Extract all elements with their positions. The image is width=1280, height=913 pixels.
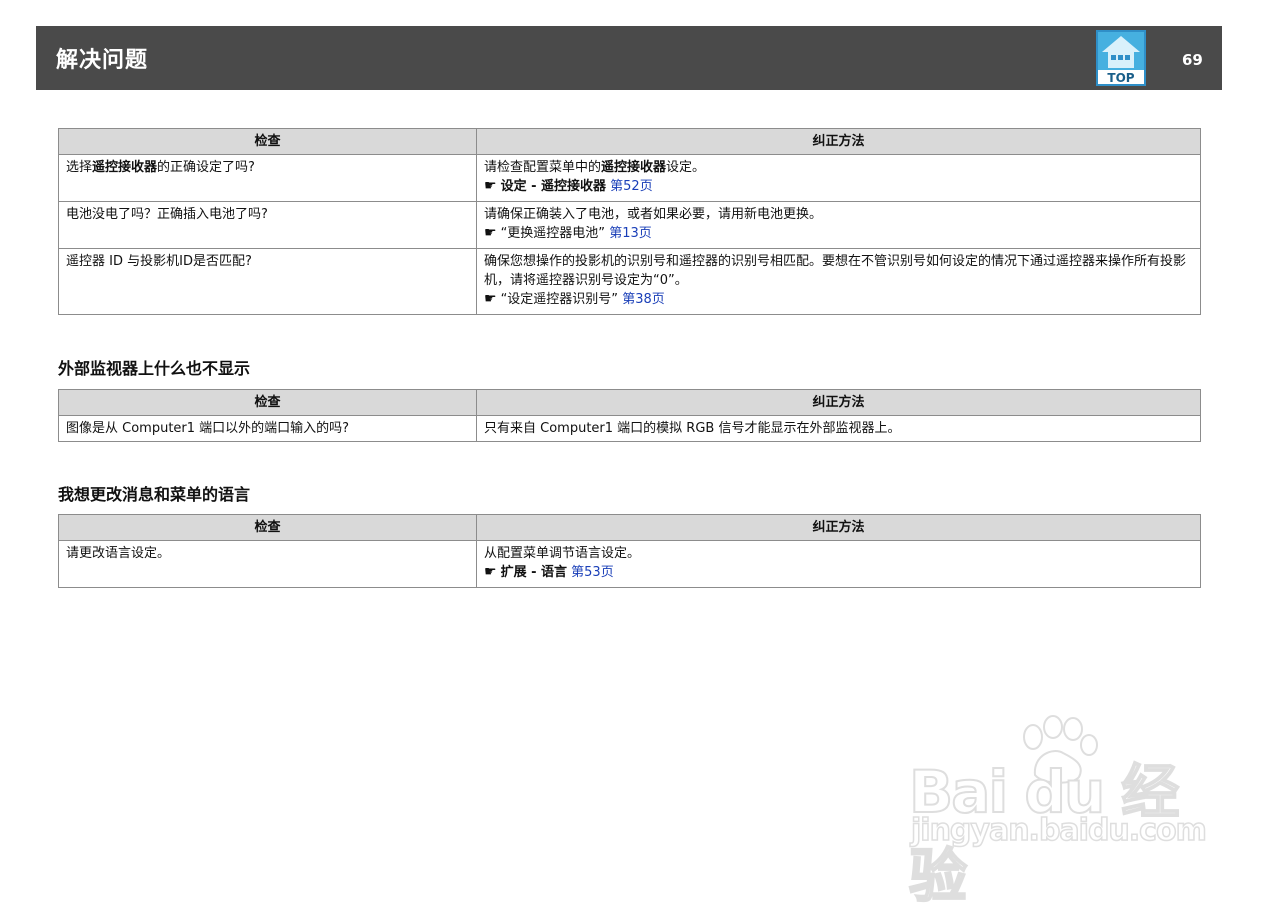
reference: ☛ “设定遥控器识别号” 第38页 xyxy=(484,291,665,307)
page-link[interactable]: 第52页 xyxy=(610,179,653,194)
pointing-hand-icon: ☛ xyxy=(484,564,497,580)
house-icon: TOP xyxy=(1096,30,1146,86)
page-link[interactable]: 第13页 xyxy=(609,226,652,241)
remedy-cell: 从配置菜单调节语言设定。 ☛ 扩展 - 语言 第53页 xyxy=(476,540,1201,588)
reference: ☛ 扩展 - 语言 第53页 xyxy=(484,564,614,580)
remedy-cell: 请确保正确装入了电池，或者如果必要，请用新电池更换。 ☛ “更换遥控器电池” 第1… xyxy=(476,201,1201,249)
page-title: 解决问题 xyxy=(56,48,149,73)
column-header-remedy: 纠正方法 xyxy=(476,514,1201,541)
page-link[interactable]: 第38页 xyxy=(622,292,665,307)
table-row: 请更改语言设定。 从配置菜单调节语言设定。 ☛ 扩展 - 语言 第53页 xyxy=(58,540,1201,588)
header-bar: 解决问题 TOP 69 xyxy=(36,26,1222,90)
table-row: 遥控器 ID 与投影机ID是否匹配? 确保您想操作的投影机的识别号和遥控器的识别… xyxy=(58,248,1201,315)
column-header-check: 检查 xyxy=(58,389,477,416)
column-header-remedy: 纠正方法 xyxy=(476,128,1201,155)
table-row: 选择遥控接收器的正确设定了吗? 请检查配置菜单中的遥控接收器设定。 ☛ 设定 - … xyxy=(58,154,1201,202)
reference: ☛ 设定 - 遥控接收器 第52页 xyxy=(484,178,653,194)
section-title-external-monitor: 外部监视器上什么也不显示 xyxy=(58,359,251,378)
pointing-hand-icon: ☛ xyxy=(484,178,497,194)
check-cell: 遥控器 ID 与投影机ID是否匹配? xyxy=(58,248,477,315)
page-number: 69 xyxy=(1182,51,1203,69)
check-cell: 电池没电了吗？正确插入电池了吗? xyxy=(58,201,477,249)
reference: ☛ “更换遥控器电池” 第13页 xyxy=(484,225,652,241)
table-row: 电池没电了吗？正确插入电池了吗? 请确保正确装入了电池，或者如果必要，请用新电池… xyxy=(58,201,1201,249)
external-monitor-table: 检查 纠正方法 图像是从 Computer1 端口以外的端口输入的吗? 只有来自… xyxy=(58,389,1201,442)
check-cell: 图像是从 Computer1 端口以外的端口输入的吗? xyxy=(58,415,477,442)
remote-control-table: 检查 纠正方法 选择遥控接收器的正确设定了吗? 请检查配置菜单中的遥控接收器设定… xyxy=(58,128,1201,315)
check-cell: 选择遥控接收器的正确设定了吗? xyxy=(58,154,477,202)
watermark-url: jingyan.baidu.com xyxy=(910,812,1207,849)
top-button[interactable]: TOP xyxy=(1096,30,1146,86)
table-row: 图像是从 Computer1 端口以外的端口输入的吗? 只有来自 Compute… xyxy=(58,415,1201,442)
page-link[interactable]: 第53页 xyxy=(571,565,614,580)
check-cell: 请更改语言设定。 xyxy=(58,540,477,588)
top-label: TOP xyxy=(1107,71,1134,85)
section-title-language: 我想更改消息和菜单的语言 xyxy=(58,485,251,504)
column-header-remedy: 纠正方法 xyxy=(476,389,1201,416)
column-header-check: 检查 xyxy=(58,514,477,541)
remedy-cell: 只有来自 Computer1 端口的模拟 RGB 信号才能显示在外部监视器上。 xyxy=(476,415,1201,442)
remedy-cell: 请检查配置菜单中的遥控接收器设定。 ☛ 设定 - 遥控接收器 第52页 xyxy=(476,154,1201,202)
remedy-cell: 确保您想操作的投影机的识别号和遥控器的识别号相匹配。要想在不管识别号如何设定的情… xyxy=(476,248,1201,315)
pointing-hand-icon: ☛ xyxy=(484,291,497,307)
column-header-check: 检查 xyxy=(58,128,477,155)
pointing-hand-icon: ☛ xyxy=(484,225,497,241)
baidu-watermark: Bai du 经验 jingyan.baidu.com xyxy=(905,715,1208,911)
language-table: 检查 纠正方法 请更改语言设定。 从配置菜单调节语言设定。 ☛ 扩展 - 语言 第… xyxy=(58,514,1201,588)
